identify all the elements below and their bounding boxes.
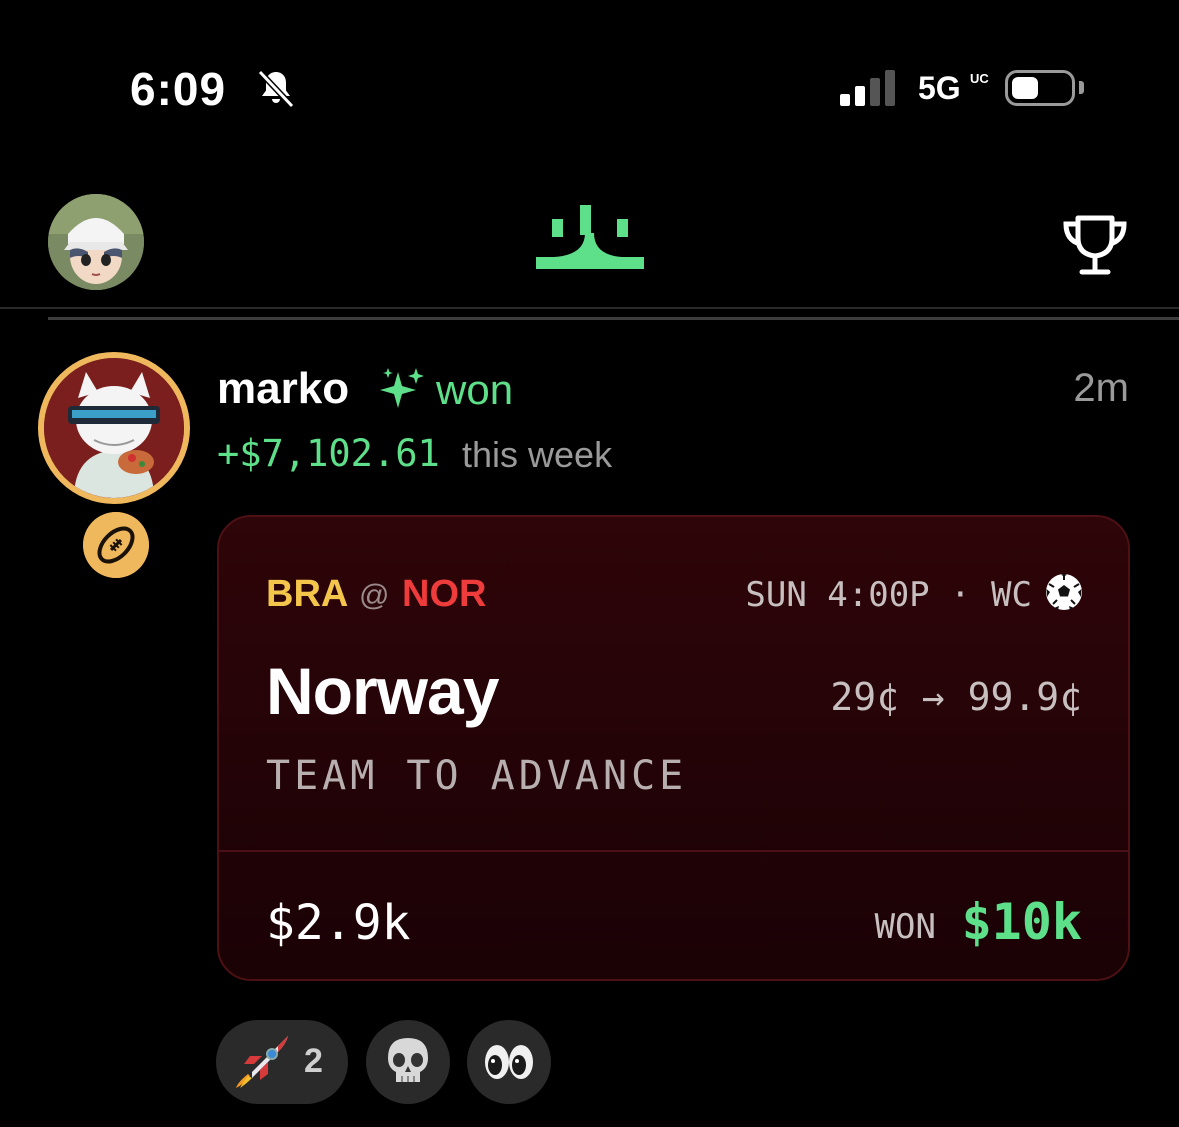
- eyes-icon: [485, 1045, 533, 1079]
- result-label: WON: [874, 907, 936, 947]
- profile-avatar-image: [48, 194, 144, 290]
- stake-amount: $2.9k: [266, 895, 411, 951]
- reaction-eyes[interactable]: [467, 1020, 551, 1104]
- network-label: 5G: [918, 70, 961, 106]
- profile-avatar-button[interactable]: [48, 194, 144, 290]
- reaction-count: 2: [304, 1042, 323, 1080]
- signal-bars-icon: [840, 70, 895, 106]
- post-action: won: [436, 366, 514, 413]
- battery-icon: [1005, 70, 1075, 106]
- network-indicator: 5G UC: [918, 70, 989, 107]
- app-screen: 6:09 5G UC marko won 2m +$7,102.61 this …: [0, 0, 1179, 1127]
- bell-slash-icon: [257, 69, 295, 108]
- price-change: 29¢ → 99.9¢: [830, 675, 1082, 719]
- soccer-ball-icon: [1046, 574, 1082, 610]
- feed-divider: [48, 317, 1179, 320]
- away-team: BRA: [266, 573, 349, 615]
- weekly-gain-label: this week: [462, 434, 613, 475]
- app-logo[interactable]: [534, 205, 646, 275]
- home-team: NOR: [402, 573, 487, 615]
- battery-tip: [1079, 81, 1084, 94]
- poster-username[interactable]: marko: [217, 364, 349, 414]
- market-type: TEAM TO ADVANCE: [266, 753, 688, 799]
- post-timestamp: 2m: [1073, 366, 1129, 410]
- reaction-rocket[interactable]: 2: [216, 1020, 348, 1104]
- status-time: 6:09: [130, 63, 227, 115]
- trophy-icon[interactable]: [1060, 210, 1130, 280]
- football-icon: [83, 512, 149, 578]
- rocket-icon: [236, 1036, 288, 1088]
- payout-amount: $10k: [961, 893, 1082, 951]
- weekly-gain: +$7,102.61: [217, 432, 440, 475]
- header-divider: [0, 307, 1179, 309]
- at-separator: @: [359, 579, 390, 612]
- pick-name: Norway: [266, 654, 499, 728]
- bet-card[interactable]: BRA @ NOR SUN 4:00P · WC Norway 29¢ → 99…: [217, 515, 1130, 981]
- game-schedule: SUN 4:00P · WC: [745, 575, 1032, 615]
- card-divider: [219, 850, 1128, 852]
- poster-avatar-image: [44, 358, 184, 498]
- poster-avatar[interactable]: [38, 352, 190, 504]
- sparkle-icon: [380, 368, 424, 408]
- reaction-skull[interactable]: [366, 1020, 450, 1104]
- skull-icon: [388, 1038, 428, 1082]
- battery-level: [1012, 77, 1038, 99]
- network-sub-label: UC: [970, 71, 989, 86]
